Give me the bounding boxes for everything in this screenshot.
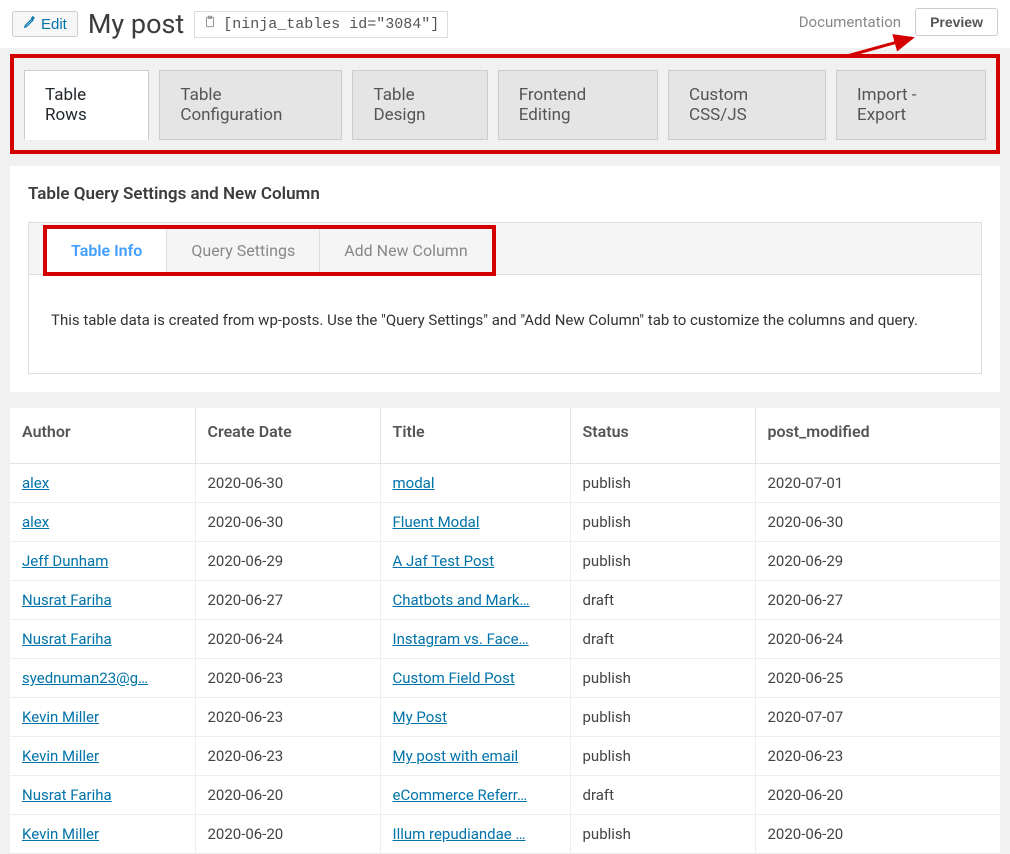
edit-button[interactable]: Edit <box>12 11 78 37</box>
title-link[interactable]: Fluent Modal <box>393 513 480 531</box>
table-row: Nusrat Fariha 2020-06-27 Chatbots and Mark… <box>10 581 1000 620</box>
post-modified-cell: 2020-06-24 <box>755 620 1000 659</box>
status-cell: publish <box>570 464 755 503</box>
author-link[interactable]: Kevin Miller <box>22 825 99 843</box>
create-date-cell: 2020-06-30 <box>195 503 380 542</box>
column-header-create-date[interactable]: Create Date <box>195 408 380 464</box>
create-date-cell: 2020-06-24 <box>195 620 380 659</box>
sub-tabs-head: Table InfoQuery SettingsAdd New Column <box>29 223 981 275</box>
post-modified-cell: 2020-06-20 <box>755 776 1000 815</box>
status-cell: publish <box>570 815 755 854</box>
column-header-author[interactable]: Author <box>10 408 195 464</box>
table-row: syednuman23@g… 2020-06-23 Custom Field Pos… <box>10 659 1000 698</box>
shortcode-box[interactable]: [ninja_tables id="3084"] <box>194 11 448 38</box>
status-cell: draft <box>570 581 755 620</box>
tab-table-configuration[interactable]: Table Configuration <box>159 70 342 140</box>
sub-tabs-container: Table InfoQuery SettingsAdd New Column T… <box>28 222 982 374</box>
author-link[interactable]: Kevin Miller <box>22 708 99 726</box>
main-tabs: Table RowsTable ConfigurationTable Desig… <box>24 70 986 140</box>
table-row: Nusrat Fariha 2020-06-24 Instagram vs. Fac… <box>10 620 1000 659</box>
post-modified-cell: 2020-06-23 <box>755 737 1000 776</box>
tab-table-design[interactable]: Table Design <box>352 70 487 140</box>
author-link[interactable]: alex <box>22 474 49 492</box>
table-header-row: AuthorCreate DateTitleStatuspost_modifie… <box>10 408 1000 464</box>
create-date-cell: 2020-06-27 <box>195 581 380 620</box>
create-date-cell: 2020-06-30 <box>195 464 380 503</box>
table-row: Nusrat Fariha 2020-06-20 eCommerce Referr…… <box>10 776 1000 815</box>
post-modified-cell: 2020-06-29 <box>755 542 1000 581</box>
title-link[interactable]: modal <box>393 474 435 492</box>
create-date-cell: 2020-06-29 <box>195 542 380 581</box>
title-link[interactable]: eCommerce Referr… <box>393 786 528 804</box>
tab-table-rows[interactable]: Table Rows <box>24 70 149 140</box>
status-cell: publish <box>570 698 755 737</box>
data-table: AuthorCreate DateTitleStatuspost_modifie… <box>10 408 1000 854</box>
tab-custom-css-js[interactable]: Custom CSS/JS <box>668 70 826 140</box>
post-modified-cell: 2020-07-07 <box>755 698 1000 737</box>
data-table-wrap: AuthorCreate DateTitleStatuspost_modifie… <box>10 408 1000 854</box>
table-info-text: This table data is created from wp-posts… <box>29 275 981 373</box>
status-cell: draft <box>570 776 755 815</box>
post-modified-cell: 2020-06-30 <box>755 503 1000 542</box>
title-link[interactable]: A Jaf Test Post <box>393 552 495 570</box>
tab-import-export[interactable]: Import - Export <box>836 70 986 140</box>
sub-tabs-highlight-box: Table InfoQuery SettingsAdd New Column <box>43 225 496 276</box>
author-link[interactable]: Nusrat Fariha <box>22 630 112 648</box>
author-link[interactable]: syednuman23@g… <box>22 669 148 687</box>
clipboard-icon <box>203 14 217 35</box>
table-row: Kevin Miller 2020-06-20 Illum repudiandae … <box>10 815 1000 854</box>
author-link[interactable]: Kevin Miller <box>22 747 99 765</box>
author-link[interactable]: Jeff Dunham <box>22 552 108 570</box>
column-header-title[interactable]: Title <box>380 408 570 464</box>
page-title: My post <box>88 8 184 40</box>
post-modified-cell: 2020-07-01 <box>755 464 1000 503</box>
create-date-cell: 2020-06-20 <box>195 815 380 854</box>
status-cell: draft <box>570 620 755 659</box>
author-link[interactable]: alex <box>22 513 49 531</box>
create-date-cell: 2020-06-23 <box>195 698 380 737</box>
status-cell: publish <box>570 737 755 776</box>
post-modified-cell: 2020-06-25 <box>755 659 1000 698</box>
post-modified-cell: 2020-06-20 <box>755 815 1000 854</box>
status-cell: publish <box>570 542 755 581</box>
table-row: alex 2020-06-30 modal publish2020-07-01 <box>10 464 1000 503</box>
create-date-cell: 2020-06-23 <box>195 737 380 776</box>
column-header-status[interactable]: Status <box>570 408 755 464</box>
post-modified-cell: 2020-06-27 <box>755 581 1000 620</box>
title-link[interactable]: My post with email <box>393 747 519 765</box>
title-link[interactable]: My Post <box>393 708 448 726</box>
top-bar: Edit My post [ninja_tables id="3084"] Do… <box>0 0 1010 48</box>
column-header-post-modified[interactable]: post_modified <box>755 408 1000 464</box>
author-link[interactable]: Nusrat Fariha <box>22 591 112 609</box>
pencil-icon <box>23 15 37 33</box>
tab-frontend-editing[interactable]: Frontend Editing <box>498 70 658 140</box>
create-date-cell: 2020-06-20 <box>195 776 380 815</box>
author-link[interactable]: Nusrat Fariha <box>22 786 112 804</box>
content-panel: Table Query Settings and New Column Tabl… <box>10 166 1000 392</box>
subtab-query-settings[interactable]: Query Settings <box>167 229 320 272</box>
table-row: Jeff Dunham 2020-06-29 A Jaf Test Post publ… <box>10 542 1000 581</box>
create-date-cell: 2020-06-23 <box>195 659 380 698</box>
status-cell: publish <box>570 503 755 542</box>
subtab-add-new-column[interactable]: Add New Column <box>320 229 491 272</box>
title-link[interactable]: Illum repudiandae … <box>393 825 526 843</box>
shortcode-text: [ninja_tables id="3084"] <box>223 16 439 33</box>
preview-button[interactable]: Preview <box>915 8 998 36</box>
main-tabs-highlight-box: Table RowsTable ConfigurationTable Desig… <box>10 54 1000 154</box>
table-row: alex2020-06-30Fluent Modalpublish2020-06… <box>10 503 1000 542</box>
title-link[interactable]: Instagram vs. Face… <box>393 630 529 648</box>
table-row: Kevin Miller 2020-06-23 My Post publish2020… <box>10 698 1000 737</box>
edit-label: Edit <box>41 16 67 33</box>
top-right: Documentation Preview <box>799 8 998 36</box>
table-row: Kevin Miller 2020-06-23 My post with email… <box>10 737 1000 776</box>
documentation-link[interactable]: Documentation <box>799 13 901 31</box>
status-cell: publish <box>570 659 755 698</box>
title-link[interactable]: Chatbots and Mark… <box>393 591 530 609</box>
title-link[interactable]: Custom Field Post <box>393 669 515 687</box>
subtab-table-info[interactable]: Table Info <box>47 229 167 272</box>
section-heading: Table Query Settings and New Column <box>28 184 982 204</box>
